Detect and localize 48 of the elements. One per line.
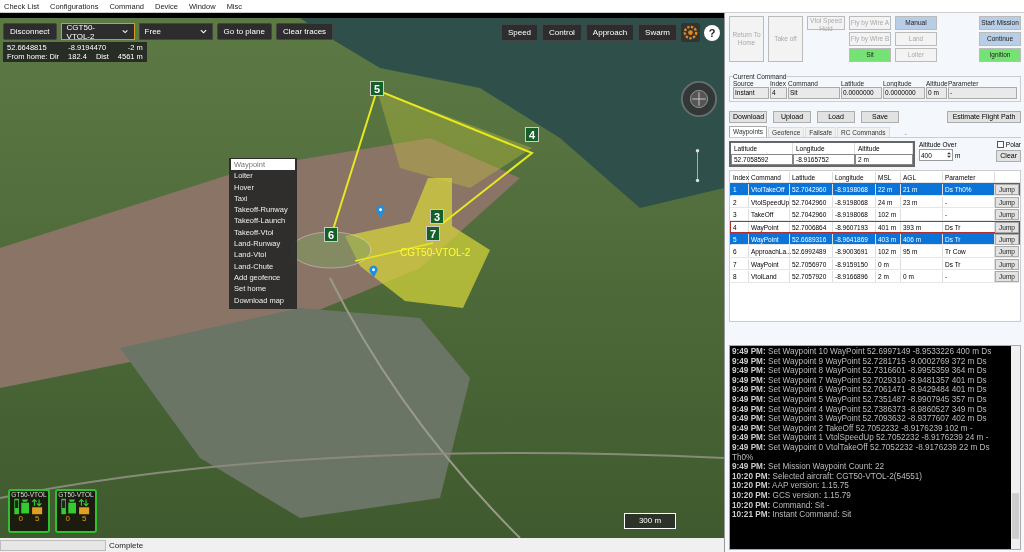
map-button[interactable]: Clear traces [275, 23, 334, 40]
map-button[interactable]: Disconnect [3, 23, 57, 40]
log-line: 9:49 PM: Set Mission Waypoint Count: 22 [732, 462, 886, 472]
log-line: 10:20 PM: Command: Sit - [732, 500, 831, 510]
status-text: Complete [109, 540, 144, 550]
log-line: 10:20 PM: AAP version: 1.15.75 [732, 481, 850, 491]
log-line: 9:49 PM: Set Waypoint 3 WayPoint 52.7093632 -8.9377607 402 m Ds [732, 414, 988, 424]
log-line: 9:49 PM: Set Waypoint 9 WayPoint 52.7281715 -9.0002769 372 m Ds [732, 356, 988, 367]
dropdown[interactable]: CGT50-VTOL-2 [60, 23, 135, 40]
waypoint-marker[interactable]: 5 [370, 81, 384, 96]
log-line: 9:49 PM: Set Waypoint 1 VtolSpeedUp 52.7052232 -8.9176239 24 m - [732, 433, 990, 443]
log-line: 9:49 PM: Set Waypoint 10 WayPoint 52.6997149 -8.9533226 400 m Ds [732, 347, 993, 357]
settings-icon[interactable] [681, 23, 700, 42]
log-line: 10:21 PM: Instant Command: Sit [732, 510, 853, 520]
log-line: 10:20 PM: GCS version: 1.15.79 [732, 490, 852, 501]
navigation-compass-icon[interactable] [680, 80, 718, 118]
waypoint-marker[interactable]: 4 [525, 127, 539, 142]
map-button[interactable]: Speed [500, 24, 539, 41]
dropdown[interactable]: Free [138, 23, 213, 40]
log-line: 9:49 PM: Set Waypoint 5 WayPoint 52.7351487 -8.9907945 357 m Ds [732, 394, 988, 405]
map-button[interactable]: Swarm [638, 24, 677, 41]
log-line: 9:49 PM: Set Waypoint 6 WayPoint 52.7061471 -8.9429484 401 m Ds [732, 385, 988, 395]
map-pin-icon[interactable] [376, 205, 385, 218]
scrollbar-icon[interactable] [1011, 346, 1020, 549]
chevron-icon [199, 29, 207, 34]
map-button[interactable]: Approach [585, 24, 635, 41]
chevron-icon [122, 29, 129, 34]
waypoint-marker[interactable]: 7 [426, 226, 440, 241]
spinner-arrows-icon [947, 151, 951, 159]
log-line: 10:20 PM: Selected aircraft: CGT50-VTOL-2(54551) [732, 471, 924, 481]
fuel-value: 0 [18, 515, 23, 523]
map-button[interactable]: Go to plane [216, 23, 272, 40]
power-value: 5 [82, 515, 87, 523]
log-line: 9:49 PM: Set Waypoint 2 TakeOff 52.7052232 -8.9176239 102 m - [732, 423, 974, 434]
zoom-slider-icon[interactable] [694, 148, 701, 183]
map-pin-icon[interactable] [369, 265, 378, 278]
waypoint-marker[interactable]: 6 [324, 227, 338, 242]
waypoint-marker[interactable]: 3 [430, 209, 444, 224]
power-value: 5 [35, 515, 40, 523]
satellite-map-drawing[interactable] [0, 18, 724, 538]
fuel-value: 0 [65, 515, 70, 523]
log-line: 9:49 PM: Set Waypoint 7 WayPoint 52.7029310 -8.9481357 401 m Ds [732, 375, 988, 386]
aircraft-label: CGT50-VTOL-2 [400, 247, 471, 258]
map-button[interactable]: Control [542, 24, 582, 41]
scale-bar: 300 m [624, 513, 676, 529]
log-line: 9:49 PM: Set Waypoint 0 VtolTakeOff 52.7052232 -8.9176239 22 m Ds Th0% [732, 442, 991, 462]
log-line: 9:49 PM: Set Waypoint 8 WayPoint 52.7316601 -8.9955359 364 m Ds [732, 366, 988, 376]
log-line: 9:49 PM: Set Waypoint 4 WayPoint 52.7386373 -8.9860527 349 m Ds [732, 404, 988, 415]
